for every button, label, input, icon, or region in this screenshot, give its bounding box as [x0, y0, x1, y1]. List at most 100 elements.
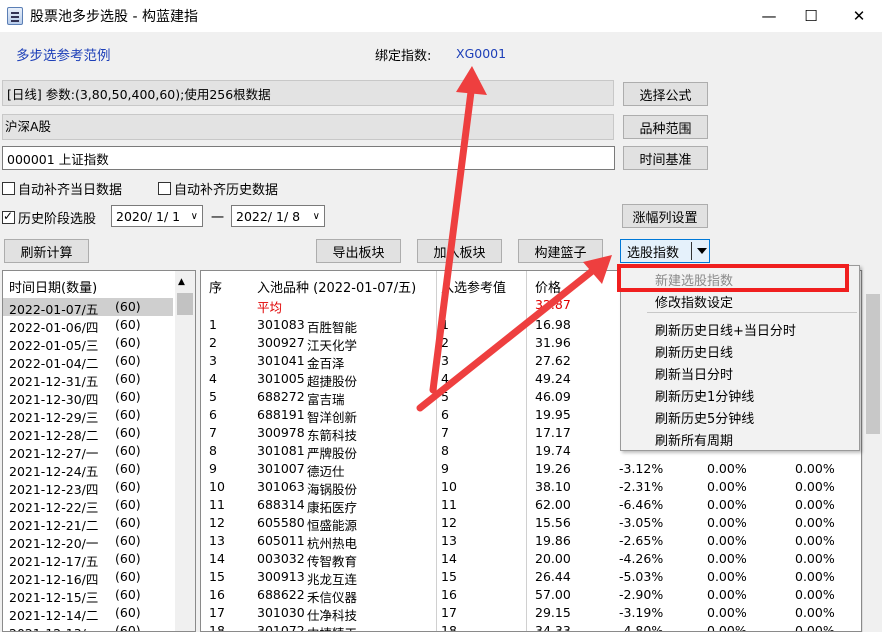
cell-c7: 0.00%	[795, 461, 835, 476]
rise-fall-settings-button[interactable]: 涨幅列设置	[622, 204, 708, 228]
cell-c6: 0.00%	[707, 479, 747, 494]
column-header[interactable]: 入池品种 (2022-01-07/五)	[257, 277, 416, 296]
close-button[interactable]: ✕	[836, 0, 882, 32]
scroll-up-icon[interactable]: ▲	[178, 277, 185, 287]
checkmark-icon[interactable]	[2, 209, 15, 224]
table-row[interactable]: 9 301007 德迈仕 9 19.26 -3.12% 0.00% 0.00%	[201, 460, 861, 479]
select-formula-button[interactable]: 选择公式	[623, 82, 708, 106]
cell-c5: -3.05%	[619, 515, 664, 530]
column-header[interactable]: 序	[209, 277, 222, 296]
menu-item[interactable]: 刷新历史日线+当日分时	[621, 318, 859, 340]
cell-ref: 2	[441, 335, 449, 350]
cell-c5: -2.31%	[619, 479, 664, 494]
checkbox-box[interactable]	[2, 182, 15, 195]
history-period-checkbox[interactable]: 历史阶段选股	[2, 208, 96, 227]
checkbox-box[interactable]	[158, 182, 171, 195]
date-list-item[interactable]: 2021-12-27/一 (60)	[3, 442, 173, 461]
date-to-picker[interactable]: 2022/ 1/ 8 ∨	[231, 205, 325, 227]
date-list-item[interactable]: 2021-12-16/四 (60)	[3, 568, 173, 587]
menu-item[interactable]: 修改指数设定	[621, 290, 859, 312]
column-header[interactable]: 入选参考值	[441, 277, 506, 296]
count-text: (60)	[115, 461, 141, 476]
auto-fill-history-checkbox[interactable]: 自动补齐历史数据	[158, 179, 278, 198]
date-from-picker[interactable]: 2020/ 1/ 1 ∨	[111, 205, 203, 227]
table-row[interactable]: 17 301030 仕净科技 17 29.15 -3.19% 0.00% 0.00%	[201, 604, 861, 623]
cell-price: 38.10	[535, 479, 571, 494]
date-list-item[interactable]: 2021-12-21/二 (60)	[3, 514, 173, 533]
table-row[interactable]: 12 605580 恒盛能源 12 15.56 -3.05% 0.00% 0.00%	[201, 514, 861, 533]
date-list-item[interactable]: 2021-12-29/三 (60)	[3, 406, 173, 425]
cell-c7: 0.00%	[795, 569, 835, 584]
table-row[interactable]: 14 003032 传智教育 14 20.00 -4.26% 0.00% 0.00%	[201, 550, 861, 569]
table-row[interactable]: 10 301063 海锅股份 10 38.10 -2.31% 0.00% 0.00%	[201, 478, 861, 497]
cell-seq: 6	[209, 407, 217, 422]
cell-ref: 3	[441, 353, 449, 368]
date-list-scrollbar[interactable]: ▲	[175, 271, 195, 631]
date-list-item[interactable]: 2021-12-15/三 (60)	[3, 586, 173, 605]
date-list-item[interactable]: 2021-12-24/五 (60)	[3, 460, 173, 479]
variety-range-button[interactable]: 品种范围	[623, 115, 708, 139]
cell-ref: 11	[441, 497, 457, 512]
table-scrollbar[interactable]	[862, 270, 882, 632]
date-text: 2021-12-13/一	[9, 623, 98, 631]
select-index-button[interactable]: 选股指数	[620, 239, 710, 263]
date-list-item[interactable]: 2021-12-28/二 (60)	[3, 424, 173, 443]
date-list-item[interactable]: 2022-01-06/四 (60)	[3, 316, 173, 335]
auto-fill-history-label: 自动补齐历史数据	[174, 183, 279, 198]
export-block-button[interactable]: 导出板块	[316, 239, 401, 263]
time-base-button[interactable]: 时间基准	[623, 146, 708, 170]
date-list-item[interactable]: 2022-01-05/三 (60)	[3, 334, 173, 353]
table-row[interactable]: 18 301072中捷精工 18 34.33 -4.80% 0.00% 0.00%	[201, 622, 861, 632]
table-row[interactable]: 11 688314 康拓医疗 11 62.00 -6.46% 0.00% 0.00%	[201, 496, 861, 515]
chevron-down-icon[interactable]	[697, 248, 707, 254]
cell-c7: 0.00%	[795, 587, 835, 602]
date-list-item[interactable]: 2021-12-17/五 (60)	[3, 550, 173, 569]
date-list-item[interactable]: 2021-12-14/二 (60)	[3, 604, 173, 623]
date-list-item[interactable]: 2022-01-04/二 (60)	[3, 352, 173, 371]
date-list-item[interactable]: 2021-12-22/三 (60)	[3, 496, 173, 515]
cell-seq: 14	[209, 551, 225, 566]
table-row[interactable]: 15 300913 兆龙互连 15 26.44 -5.03% 0.00% 0.00%	[201, 568, 861, 587]
average-price: 32.87	[535, 297, 571, 312]
date-to-value: 2022/ 1/ 8	[236, 208, 301, 224]
refresh-button[interactable]: 刷新计算	[4, 239, 89, 263]
cell-code: 301007	[257, 461, 305, 476]
date-list-item[interactable]: 2021-12-30/四 (60)	[3, 388, 173, 407]
count-text: (60)	[115, 389, 141, 404]
minimize-button[interactable]: —	[746, 0, 792, 32]
cell-c5: -4.26%	[619, 551, 664, 566]
date-list-item[interactable]: 2021-12-31/五 (60)	[3, 370, 173, 389]
cell-ref: 16	[441, 587, 457, 602]
menu-item[interactable]: 刷新历史1分钟线	[621, 384, 859, 406]
scroll-thumb[interactable]	[177, 293, 193, 315]
build-basket-button[interactable]: 构建篮子	[518, 239, 603, 263]
maximize-button[interactable]: ☐	[788, 0, 834, 32]
base-index-field[interactable]: 000001 上证指数	[2, 146, 615, 170]
cell-c7: 0.00%	[795, 479, 835, 494]
column-header[interactable]: 价格	[535, 277, 561, 296]
menu-item[interactable]: 刷新当日分时	[621, 362, 859, 384]
table-row[interactable]: 13 605011 杭州热电 13 19.86 -2.65% 0.00% 0.00%	[201, 532, 861, 551]
count-text: (60)	[115, 299, 141, 314]
menu-item[interactable]: 刷新所有周期	[621, 428, 859, 450]
date-list-item[interactable]: 2021-12-23/四 (60)	[3, 478, 173, 497]
table-row[interactable]: 16 688622 禾信仪器 16 57.00 -2.90% 0.00% 0.00%	[201, 586, 861, 605]
cell-code: 688191	[257, 407, 305, 422]
table-scroll-thumb[interactable]	[866, 294, 880, 434]
cell-price: 49.24	[535, 371, 571, 386]
cell-c6: 0.00%	[707, 569, 747, 584]
menu-item[interactable]: 刷新历史日线	[621, 340, 859, 362]
cell-c6: 0.00%	[707, 497, 747, 512]
example-link[interactable]: 多步选参考范例	[16, 44, 111, 64]
date-list-item[interactable]: 2021-12-20/一 (60)	[3, 532, 173, 551]
cell-price: 62.00	[535, 497, 571, 512]
auto-fill-today-checkbox[interactable]: 自动补齐当日数据	[2, 179, 122, 198]
date-list-item[interactable]: 2022-01-07/五 (60)	[3, 298, 173, 317]
cell-c5: -6.46%	[619, 497, 664, 512]
date-list-item[interactable]: 2021-12-13/一 (60)	[3, 622, 173, 631]
cell-price: 19.26	[535, 461, 571, 476]
add-block-button[interactable]: 加入板块	[417, 239, 502, 263]
cell-code: 301072	[257, 623, 305, 632]
menu-item[interactable]: 刷新历史5分钟线	[621, 406, 859, 428]
range-display: 沪深A股	[2, 114, 614, 140]
